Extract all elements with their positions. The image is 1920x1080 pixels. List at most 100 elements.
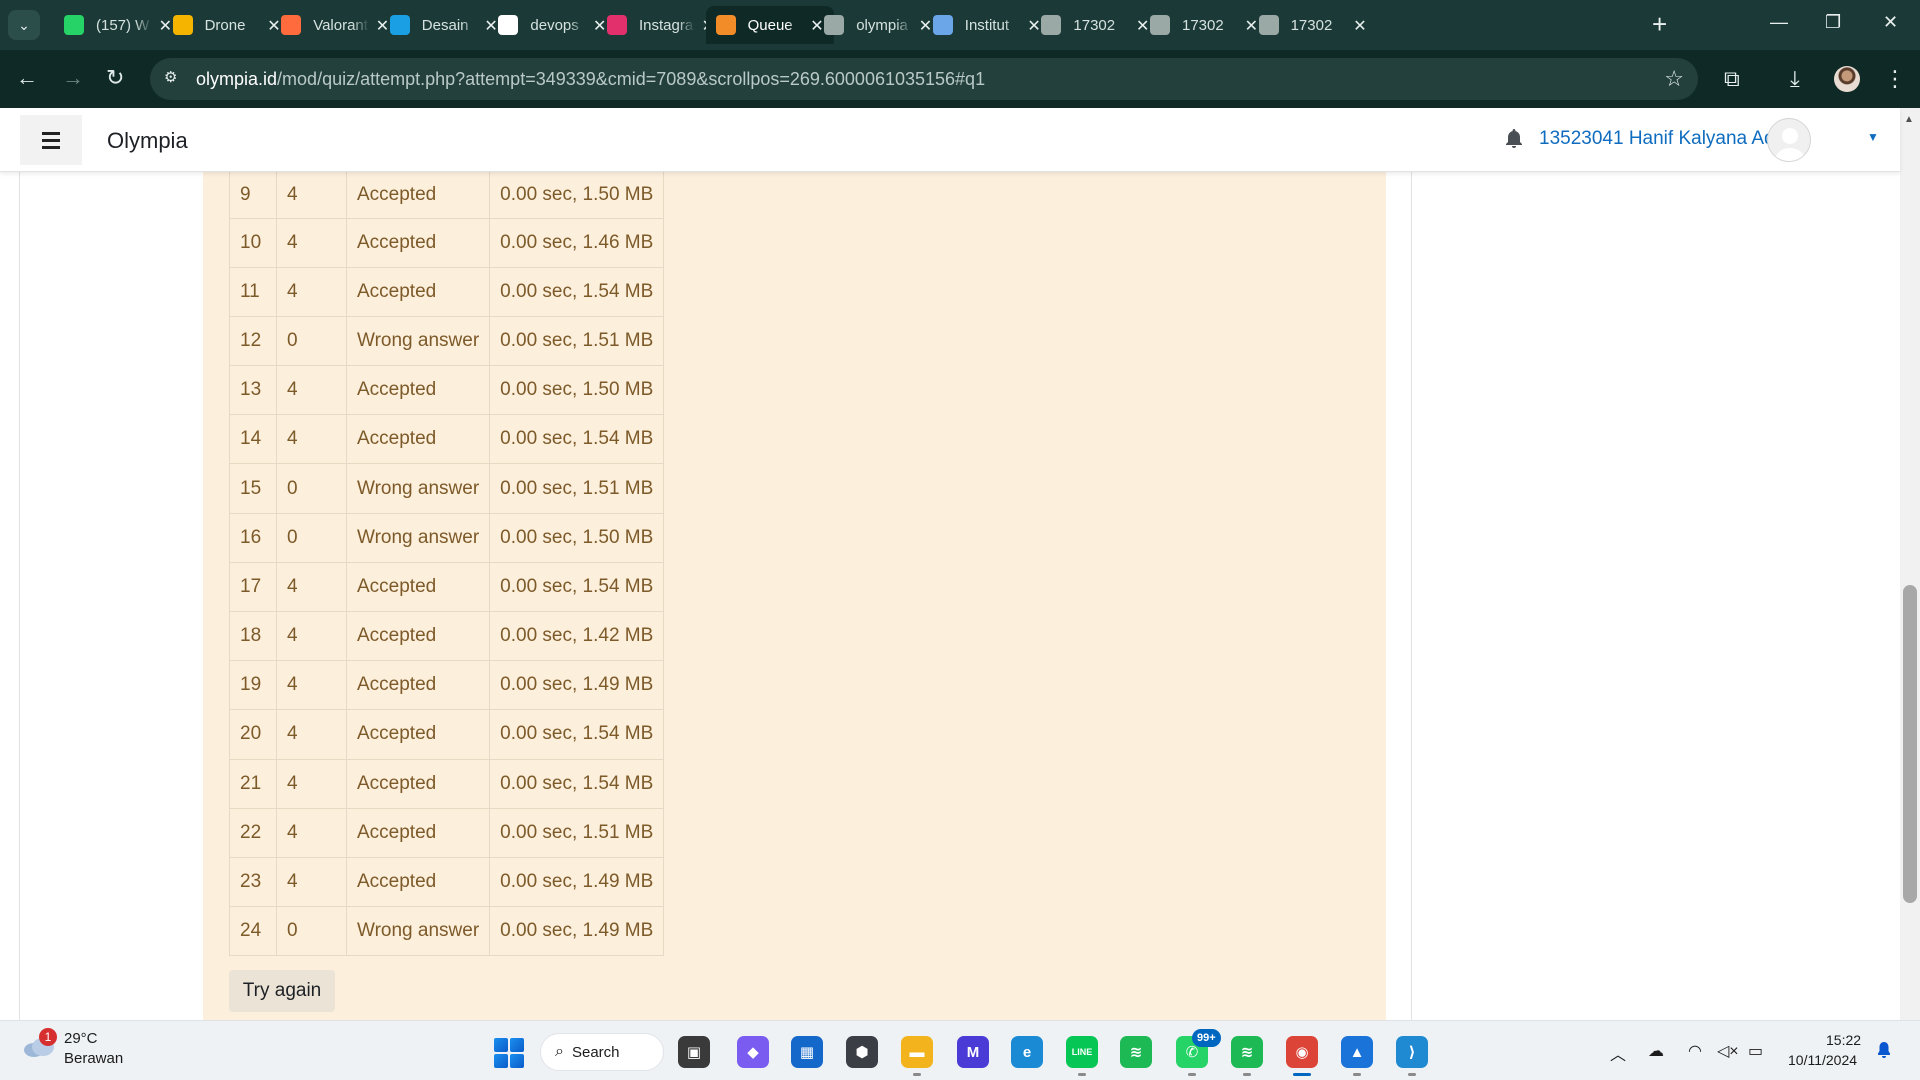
google-drive-icon [172,15,193,35]
queue-icon [715,15,736,35]
minimize-button[interactable]: — [1770,12,1788,33]
resources-cell: 0.00 sec, 1.54 MB [489,709,665,760]
tab-title: Drone [204,16,246,34]
vscode-app-icon[interactable]: ⟩ [1396,1036,1428,1068]
tray-overflow-chevron-icon[interactable]: ︿ [1610,1041,1626,1065]
volume-muted-icon[interactable]: ◁× [1717,1041,1739,1061]
search-icon: ⌕ [555,1043,564,1060]
line-app-icon[interactable]: LINE [1066,1036,1098,1068]
extensions-icon[interactable]: ⧉ [1724,66,1740,92]
resources-cell: 0.00 sec, 1.54 MB [489,758,665,809]
table-row: 20 4 Accepted 0.00 sec, 1.54 MB [229,709,665,760]
windows-start-icon[interactable] [494,1038,524,1068]
tab-search-button[interactable]: ⌄ [8,10,40,40]
tab-title: Institut [964,16,1009,34]
tab-title: 17302 [1290,16,1333,34]
score-cell: 4 [276,709,347,760]
test-number-cell: 14 [229,414,277,465]
task-view-app-icon[interactable]: ▣ [678,1036,710,1068]
weather-description[interactable]: Berawan [64,1050,123,1067]
download-icon[interactable]: ⤓ [1790,66,1800,92]
clock-date[interactable]: 10/11/2024 [1788,1052,1857,1068]
user-menu-name[interactable]: 13523041 Hanif Kalyana Aditya [1539,128,1804,150]
drawer-toggle-button[interactable] [20,115,82,165]
verdict-cell: Accepted [345,414,491,465]
institute-icon [932,15,953,35]
edge-app-icon[interactable]: e [1011,1036,1043,1068]
resources-cell: 0.00 sec, 1.54 MB [489,414,665,465]
verdict-cell: Accepted [345,610,491,662]
forward-button[interactable]: → [62,64,84,92]
taskbar-search[interactable]: ⌕ Search [540,1033,664,1071]
running-indicator [1353,1073,1361,1076]
bookmark-star-icon[interactable]: ☆ [1664,66,1684,92]
new-tab-button[interactable]: + [1652,10,1667,38]
reload-button[interactable]: ↻ [106,64,124,92]
close-window-button[interactable]: ✕ [1883,12,1898,33]
notification-bell-icon[interactable] [1504,128,1524,150]
tab-title: Queue [747,16,793,34]
spotify-app-icon[interactable]: ≋ [1120,1036,1152,1068]
windows-taskbar: 1 29°C Berawan ⌕ Search ▣ ◆ ▦ ⬢ ▬ Me LINE ≋ ✆ 99+… [0,1020,1920,1080]
profile-avatar[interactable] [1834,66,1860,92]
test-results-table: 9 4 Accepted 0.00 sec, 1.50 MB 10 4 Accepted 0.… [229,172,665,957]
google-icon [498,15,519,35]
table-row: 17 4 Accepted 0.00 sec, 1.54 MB [229,561,665,613]
site-info-icon[interactable]: ⚙ [164,68,186,90]
chrome-app-icon[interactable]: ◉ [1286,1036,1318,1068]
url-text[interactable]: olympia.id/mod/quiz/attempt.php?attempt=… [196,69,985,90]
tab-close-icon[interactable]: ✕ [1353,16,1366,36]
resources-cell: 0.00 sec, 1.49 MB [489,906,665,957]
tab-title: (157) W [96,16,150,34]
file-explorer-app-icon[interactable]: ▬ [901,1036,933,1068]
try-again-button[interactable]: Try again [229,970,335,1012]
table-row: 23 4 Accepted 0.00 sec, 1.49 MB [229,856,665,908]
score-cell: 4 [276,610,347,662]
score-cell: 4 [276,807,347,858]
spotify-2-app-icon[interactable]: ≋ [1231,1036,1263,1068]
photos-app-icon[interactable]: ▲ [1341,1036,1373,1068]
test-number-cell: 11 [229,266,277,317]
copilot-app-icon[interactable]: ◆ [737,1036,769,1068]
notification-center-icon[interactable] [1876,1041,1892,1059]
running-indicator [1408,1073,1416,1076]
dark-app-app-icon[interactable]: ⬢ [846,1036,878,1068]
resources-cell: 0.00 sec, 1.50 MB [489,512,665,563]
restore-button[interactable]: ❐ [1825,12,1841,33]
wifi-icon[interactable]: ◠ [1688,1041,1702,1061]
scrollbar-thumb[interactable] [1903,585,1917,903]
tab-title: Instagram [639,16,695,34]
table-row: 18 4 Accepted 0.00 sec, 1.42 MB [229,610,665,662]
address-bar[interactable]: ⚙ olympia.id/mod/quiz/attempt.php?attemp… [150,58,1698,100]
test-number-cell: 19 [229,660,277,711]
test-number-cell: 13 [229,365,277,416]
purple-app-app-icon[interactable]: M [957,1036,989,1068]
table-row: 11 4 Accepted 0.00 sec, 1.54 MB [229,266,665,317]
score-cell: 4 [276,266,347,317]
user-avatar[interactable] [1767,118,1811,162]
weather-temperature[interactable]: 29°C [64,1030,98,1047]
onedrive-icon[interactable]: ☁ [1648,1041,1664,1061]
table-row: 12 0 Wrong answer 0.00 sec, 1.51 MB [229,315,665,367]
chevron-down-icon[interactable]: ▼ [1867,130,1879,144]
battery-icon[interactable]: ▭ [1748,1041,1763,1061]
score-cell: 4 [276,758,347,809]
resources-cell: 0.00 sec, 1.51 MB [489,315,665,367]
scroll-up-arrow-icon[interactable]: ▲ [1904,114,1914,125]
verdict-cell: Accepted [345,807,491,858]
resources-cell: 0.00 sec, 1.49 MB [489,660,665,711]
store-app-icon[interactable]: ▦ [791,1036,823,1068]
menu-kebab-icon[interactable]: ⋮ [1884,66,1906,92]
browser-tab[interactable]: 17302 ✕ [1249,6,1377,44]
score-cell: 4 [276,660,347,711]
site-name[interactable]: Olympia [107,128,188,154]
browser-toolbar: ← → ↻ ⚙ olympia.id/mod/quiz/attempt.php?… [0,50,1920,108]
instagram-icon [607,15,627,35]
back-button[interactable]: ← [16,64,38,92]
tab-title: Valorant [313,16,368,34]
table-row: 24 0 Wrong answer 0.00 sec, 1.49 MB [229,906,665,957]
region-divider-left [19,172,20,1020]
region-divider-right [1411,172,1412,1020]
verdict-cell: Wrong answer [345,512,491,563]
clock-time[interactable]: 15:22 [1826,1032,1861,1048]
